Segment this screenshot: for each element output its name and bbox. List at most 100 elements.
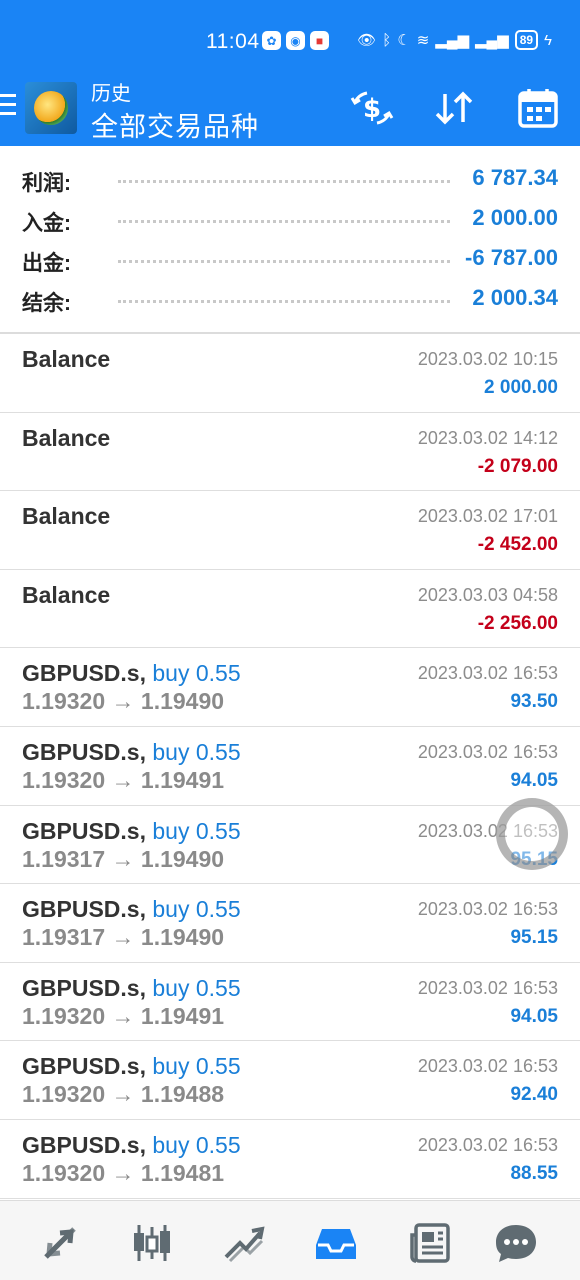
row-amount: 2 000.00	[484, 377, 558, 398]
app-notification-icon: ◉	[286, 31, 305, 50]
summary-row-profit: 利润: 6 787.34	[0, 160, 580, 200]
dotted-leader	[118, 220, 450, 223]
signal-icon: ▂▄▆	[474, 32, 509, 49]
row-date: 2023.03.02 16:53	[417, 1056, 558, 1077]
row-deal: buy 0.55	[152, 1053, 241, 1080]
status-time: 11:04	[206, 30, 260, 53]
row-symbol: GBPUSD.s,	[22, 974, 146, 1001]
dotted-leader	[118, 180, 450, 183]
page-title[interactable]: 全部交易品种	[91, 105, 259, 144]
row-title: GBPUSD.s, buy 0.55	[22, 896, 241, 923]
row-title: Balance	[22, 582, 110, 609]
signal-icon: ▂▄▆	[435, 32, 469, 49]
row-title: GBPUSD.s, buy 0.55	[22, 660, 241, 687]
row-symbol: GBPUSD.s,	[22, 817, 146, 844]
history-row[interactable]: GBPUSD.s, buy 0.55 1.19320 → 1.19491 2023.…	[0, 727, 580, 806]
nav-trade[interactable]	[220, 1219, 268, 1267]
app-bar: 历史 全部交易品种 $	[0, 70, 580, 146]
summary-row-withdrawal: 出金: -6 787.00	[0, 240, 580, 280]
row-symbol: GBPUSD.s,	[22, 1131, 146, 1158]
app-notification-icon: ■	[310, 31, 329, 50]
calendar-icon	[518, 89, 558, 128]
row-amount: 95.15	[510, 927, 558, 949]
row-deal: buy 0.55	[152, 896, 241, 923]
touch-indicator	[496, 798, 568, 870]
bottom-nav	[0, 1200, 580, 1280]
row-deal: buy 0.55	[152, 660, 241, 687]
sort-button[interactable]	[430, 84, 478, 132]
row-prices: 1.19320 → 1.19488	[22, 1081, 225, 1108]
nav-quotes[interactable]	[36, 1219, 84, 1267]
menu-icon[interactable]	[0, 94, 18, 120]
nav-news[interactable]	[406, 1219, 454, 1267]
nav-history[interactable]	[312, 1219, 360, 1267]
chat-icon	[496, 1225, 536, 1262]
app-notification-icon: ✿	[262, 31, 281, 50]
row-date: 2023.03.02 17:01	[417, 506, 558, 527]
history-row[interactable]: GBPUSD.s, buy 0.55 1.19317 → 1.19490 2023.…	[0, 884, 580, 963]
row-prices: 1.19320 → 1.19481	[22, 1159, 225, 1186]
history-row[interactable]: Balance 2023.03.03 04:58 -2 256.00	[0, 570, 580, 649]
notification-icons: ✿ ◉ ■	[262, 31, 329, 50]
summary-panel: 利润: 6 787.34 入金: 2 000.00 出金: -6 787.00 …	[0, 160, 580, 320]
history-list: Balance 2023.03.02 10:15 2 000.00 Balance 20…	[0, 334, 580, 1199]
history-icon	[316, 1229, 356, 1259]
row-symbol: Balance	[22, 346, 111, 372]
history-row[interactable]: Balance 2023.03.02 10:15 2 000.00	[0, 334, 580, 413]
sort-icon	[435, 91, 473, 125]
calendar-button[interactable]	[514, 84, 562, 132]
row-amount: 94.05	[510, 769, 558, 791]
row-date: 2023.03.02 16:53	[417, 1134, 558, 1155]
exchange-button[interactable]: $	[348, 84, 396, 132]
row-date: 2023.03.02 10:15	[417, 349, 558, 369]
history-row[interactable]: GBPUSD.s, buy 0.55 1.19320 → 1.19491 2023.…	[0, 963, 580, 1042]
row-title: GBPUSD.s, buy 0.55	[22, 818, 241, 845]
row-title: GBPUSD.s, buy 0.55	[22, 739, 241, 766]
row-prices: 1.19317 → 1.19490	[22, 845, 225, 872]
row-symbol: Balance	[22, 424, 111, 451]
row-deal: buy 0.55	[152, 1131, 241, 1158]
row-title: Balance	[22, 346, 110, 373]
wifi-icon: ≋	[416, 32, 430, 49]
dotted-leader	[118, 260, 450, 263]
history-row[interactable]: Balance 2023.03.02 14:12 -2 079.00	[0, 413, 580, 492]
row-amount: 94.05	[510, 1005, 558, 1027]
nav-chart[interactable]	[128, 1219, 176, 1267]
summary-label: 出金:	[22, 252, 71, 275]
row-date: 2023.03.02 16:53	[417, 663, 558, 684]
row-date: 2023.03.02 16:53	[417, 977, 558, 998]
row-date: 2023.03.02 16:53	[417, 741, 558, 762]
page-subtitle: 历史	[91, 83, 131, 105]
row-deal: buy 0.55	[152, 738, 241, 765]
row-amount: 92.40	[510, 1084, 558, 1106]
summary-value: 6 787.34	[472, 165, 558, 190]
row-symbol: GBPUSD.s,	[22, 738, 146, 765]
row-title: GBPUSD.s, buy 0.55	[22, 1132, 241, 1159]
row-date: 2023.03.02 14:12	[417, 427, 558, 448]
row-prices: 1.19320 → 1.19491	[22, 1002, 225, 1029]
row-amount: -2 079.00	[477, 455, 558, 477]
row-date: 2023.03.02 16:53	[417, 899, 558, 920]
news-icon	[410, 1223, 450, 1263]
row-title: Balance	[22, 425, 110, 452]
row-symbol: Balance	[22, 581, 111, 608]
moon-icon: ☾	[397, 32, 411, 49]
summary-label: 结余:	[22, 292, 71, 315]
history-row[interactable]: GBPUSD.s, buy 0.55 1.19317 → 1.19490 2023.…	[0, 806, 580, 885]
exchange-icon: $	[350, 91, 394, 125]
summary-label: 入金:	[22, 212, 71, 235]
history-row[interactable]: GBPUSD.s, buy 0.55 1.19320 → 1.19481 2023.…	[0, 1120, 580, 1199]
history-row[interactable]: GBPUSD.s, buy 0.55 1.19320 → 1.19490 2023.…	[0, 648, 580, 727]
trade-icon	[224, 1226, 265, 1263]
app-logo	[25, 82, 77, 134]
bluetooth-icon: ᛒ	[382, 31, 392, 49]
history-row[interactable]: Balance 2023.03.02 17:01 -2 452.00	[0, 491, 580, 570]
quotes-icon	[44, 1227, 76, 1259]
nav-chat[interactable]	[492, 1219, 540, 1267]
charging-icon: ϟ	[544, 31, 552, 49]
summary-value: -6 787.00	[465, 245, 558, 270]
row-title: GBPUSD.s, buy 0.55	[22, 1053, 241, 1080]
summary-row-balance: 结余: 2 000.34	[0, 280, 580, 320]
battery-icon: 89	[514, 30, 539, 50]
history-row[interactable]: GBPUSD.s, buy 0.55 1.19320 → 1.19488 2023.…	[0, 1041, 580, 1120]
